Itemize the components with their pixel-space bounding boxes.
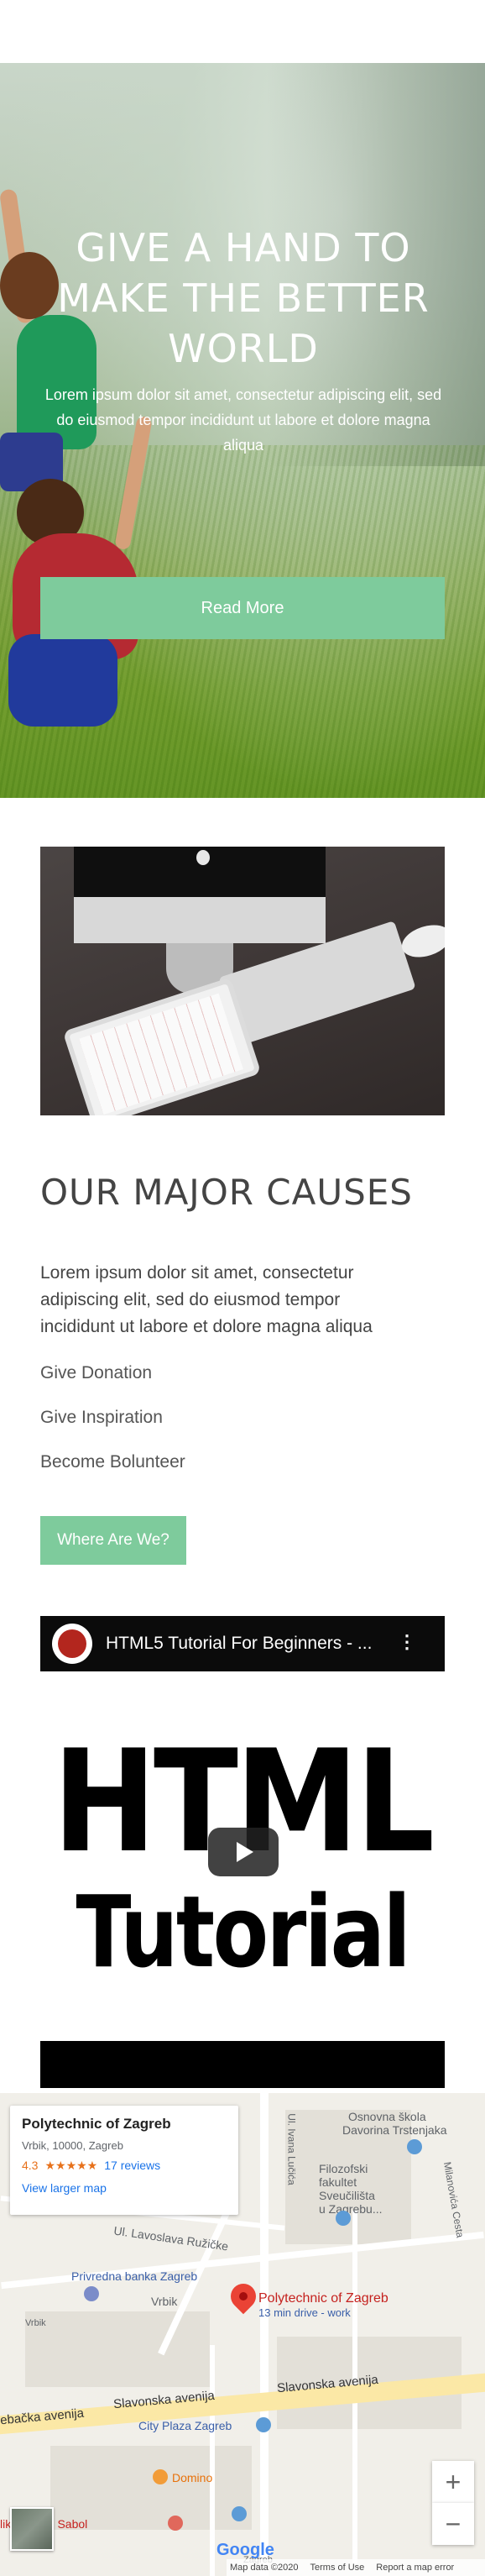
map-footer: Map data ©2020 Terms of Use Report a map… xyxy=(227,2559,485,2576)
report-error-link[interactable]: Report a map error xyxy=(376,2563,454,2573)
place-name: Polytechnic of Zagreb xyxy=(22,2116,171,2132)
restaurant-icon[interactable] xyxy=(153,2469,168,2484)
tablet-screen xyxy=(79,993,243,1115)
hero-text: Lorem ipsum dolor sit amet, consectetur … xyxy=(44,386,442,454)
vertical-dots-icon[interactable]: ⋮ xyxy=(398,1633,416,1651)
shopping-icon[interactable] xyxy=(256,2417,271,2432)
terms-link[interactable]: Terms of Use xyxy=(310,2563,365,2573)
rating-value: 4.3 xyxy=(22,2159,39,2172)
map-label: Davorina Trstenjaka xyxy=(342,2123,447,2137)
map-label: fakultet xyxy=(319,2175,357,2189)
google-logo: Google xyxy=(216,2541,274,2559)
map-label: Vrbik xyxy=(151,2295,178,2308)
hero-photo-child-shorts xyxy=(8,634,117,727)
workspace-image xyxy=(40,847,445,1115)
reviews-link[interactable]: 17 reviews xyxy=(104,2159,160,2173)
map-label: u Zagrebu... xyxy=(319,2202,383,2216)
map-data-text: Map data ©2020 xyxy=(230,2563,299,2573)
map-label: Ul. Ivana Lučića xyxy=(285,2113,298,2185)
read-more-button[interactable]: Read More xyxy=(40,577,445,639)
map-label: Filozofski xyxy=(319,2162,368,2175)
map-info-card: Polytechnic of Zagreb Vrbik, 10000, Zagr… xyxy=(10,2106,238,2215)
where-are-we-button[interactable]: Where Are We? xyxy=(40,1516,186,1565)
map-label: Osnovna škola xyxy=(348,2110,426,2123)
video-embed[interactable]: HTML5 Tutorial For Beginners - ... ⋮ HTM… xyxy=(40,1616,445,2088)
play-icon[interactable] xyxy=(208,1828,279,1876)
give-donation-link[interactable]: Give Donation xyxy=(40,1363,152,1383)
map-satellite-toggle[interactable] xyxy=(10,2507,54,2551)
school-icon[interactable] xyxy=(407,2139,422,2154)
map-label: Vrbik xyxy=(25,2318,46,2328)
star-icon: ★★★★★ xyxy=(44,2159,98,2172)
map-label: City Plaza Zagreb xyxy=(138,2419,232,2432)
apple-logo-icon xyxy=(196,850,210,865)
hospital-icon[interactable] xyxy=(168,2516,183,2531)
causes-text: Lorem ipsum dolor sit amet, consectetur … xyxy=(40,1263,373,1336)
hero-section: GIVE A HAND TO MAKE THE BETTER WORLD Lor… xyxy=(0,63,485,798)
monitor-chin xyxy=(74,897,326,943)
google-map[interactable]: Osnovna škola Davorina Trstenjaka Filozo… xyxy=(0,2093,485,2576)
view-larger-map-link[interactable]: View larger map xyxy=(22,2181,227,2195)
causes-title: OUR MAJOR CAUSES xyxy=(40,1172,413,1213)
map-label: Domino xyxy=(172,2471,213,2484)
become-volunteer-link[interactable]: Become Bolunteer xyxy=(40,1452,185,1472)
zoom-in-button[interactable]: + xyxy=(432,2461,474,2503)
bank-icon[interactable] xyxy=(84,2286,99,2301)
video-title[interactable]: HTML5 Tutorial For Beginners - ... xyxy=(106,1634,391,1654)
pin-sublabel: 13 min drive - work xyxy=(258,2306,351,2319)
give-inspiration-link[interactable]: Give Inspiration xyxy=(40,1408,163,1428)
tablet xyxy=(62,977,262,1115)
hero-title: GIVE A HAND TO MAKE THE BETTER WORLD xyxy=(57,225,430,371)
place-icon[interactable] xyxy=(232,2506,247,2521)
thumbnail-text-tutorial: Tutorial xyxy=(76,1874,411,1990)
map-label: Privredna banka Zagreb xyxy=(71,2269,198,2283)
place-address: Vrbik, 10000, Zagreb xyxy=(22,2139,123,2152)
pin-label[interactable]: Polytechnic of Zagreb xyxy=(258,2291,389,2306)
place-rating: 4.3 ★★★★★ 17 reviews xyxy=(22,2159,227,2173)
channel-avatar[interactable] xyxy=(52,1624,92,1664)
school-icon[interactable] xyxy=(336,2211,351,2226)
map-label: Sveučilišta xyxy=(319,2189,375,2202)
video-header: HTML5 Tutorial For Beginners - ... ⋮ xyxy=(40,1616,445,1671)
zoom-out-button[interactable]: − xyxy=(432,2503,474,2545)
